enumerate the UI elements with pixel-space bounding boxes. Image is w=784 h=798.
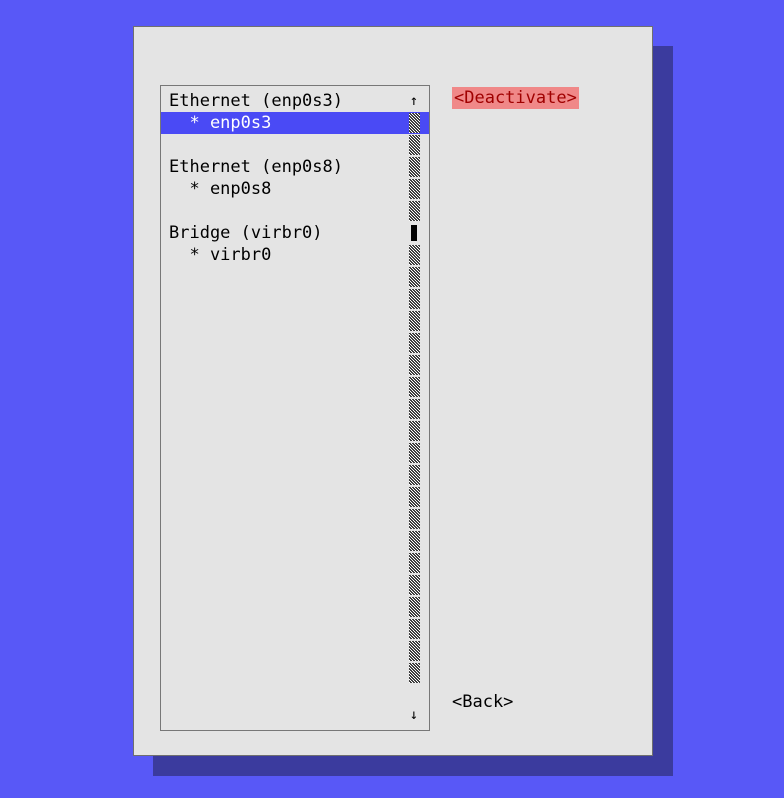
scroll-down-arrow-icon[interactable]: ↓	[410, 704, 418, 726]
list-item[interactable]: * virbr0	[161, 244, 429, 266]
scrollbar-segment	[409, 487, 420, 507]
list-group-header[interactable]: Bridge (virbr0)	[161, 222, 429, 244]
scrollbar-segment	[409, 641, 420, 661]
scrollbar-segment	[409, 245, 420, 265]
list-item[interactable]: * enp0s8	[161, 178, 429, 200]
list-spacer	[161, 134, 429, 156]
list-spacer	[161, 200, 429, 222]
scrollbar-segment	[409, 157, 420, 177]
back-button[interactable]: <Back>	[452, 691, 513, 713]
scroll-up-arrow-icon[interactable]: ↑	[410, 90, 418, 112]
dialog-content: ↑ ↓ Ethernet (enp0s3) * enp0s3 Ethernet …	[160, 85, 626, 729]
list-group-header[interactable]: Ethernet (enp0s8)	[161, 156, 429, 178]
scrollbar-segment	[409, 355, 420, 375]
scrollbar-segment	[409, 289, 420, 309]
scrollbar-segment	[409, 465, 420, 485]
network-dialog: ↑ ↓ Ethernet (enp0s3) * enp0s3 Ethernet …	[133, 26, 653, 756]
scrollbar-thumb[interactable]	[411, 225, 417, 241]
scrollbar-segment	[409, 135, 420, 155]
deactivate-button[interactable]: <Deactivate>	[452, 87, 579, 109]
scrollbar[interactable]: ↑ ↓	[406, 90, 422, 726]
scrollbar-segment	[409, 509, 420, 529]
scrollbar-segment	[409, 597, 420, 617]
scrollbar-segment	[409, 113, 420, 133]
scrollbar-segment	[409, 201, 420, 221]
scrollbar-segment	[409, 267, 420, 287]
scrollbar-segment	[409, 443, 420, 463]
scrollbar-segment	[409, 333, 420, 353]
scrollbar-segment	[409, 421, 420, 441]
scrollbar-segment	[409, 553, 420, 573]
connection-list[interactable]: ↑ ↓ Ethernet (enp0s3) * enp0s3 Ethernet …	[160, 85, 430, 731]
list-group-header[interactable]: Ethernet (enp0s3)	[161, 90, 429, 112]
scrollbar-segment	[409, 179, 420, 199]
scrollbar-segment	[409, 531, 420, 551]
scrollbar-segment	[409, 377, 420, 397]
list-item[interactable]: * enp0s3	[161, 112, 429, 134]
scrollbar-segment	[409, 575, 420, 595]
scrollbar-segment	[409, 619, 420, 639]
scrollbar-track[interactable]	[409, 112, 420, 704]
scrollbar-segment	[409, 663, 420, 683]
scrollbar-segment	[409, 311, 420, 331]
scrollbar-segment	[409, 399, 420, 419]
